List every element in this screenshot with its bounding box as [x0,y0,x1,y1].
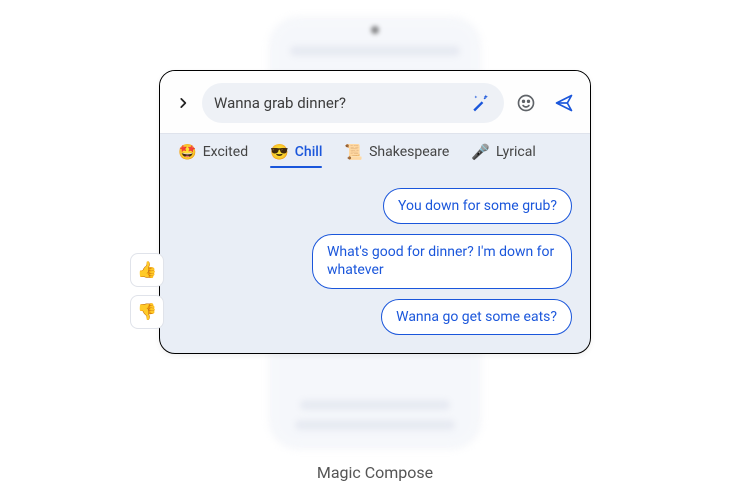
emoji-icon[interactable] [514,91,538,115]
style-tab-label: Chill [295,144,323,160]
feedback-rail: 👍 👎 [130,253,164,329]
style-tab-label: Shakespeare [369,144,449,160]
thumbs-down-icon: 👎 [137,302,157,321]
magic-wand-icon[interactable] [468,91,492,115]
style-tab-label: Excited [203,144,248,160]
lyrical-emoji-icon: 🎤 [471,145,490,160]
style-tab-shakespeare[interactable]: 📜 Shakespeare [344,144,449,166]
suggestion-bubble[interactable]: What's good for dinner? I'm down for wha… [312,234,572,288]
message-input-pill[interactable]: Wanna grab dinner? [202,83,504,123]
chill-emoji-icon: 😎 [270,145,289,160]
suggestion-bubble[interactable]: You down for some grub? [383,188,572,224]
style-tab-label: Lyrical [496,144,536,160]
style-tab-lyrical[interactable]: 🎤 Lyrical [471,144,535,166]
style-tabs: 🤩 Excited 😎 Chill 📜 Shakespeare 🎤 Lyrica… [160,133,590,172]
style-tab-excited[interactable]: 🤩 Excited [178,144,248,166]
send-icon[interactable] [552,91,576,115]
compose-bar: Wanna grab dinner? [160,71,590,133]
caption-text: Magic Compose [317,463,433,482]
suggestions-area: You down for some grub? What's good for … [160,172,590,339]
expand-chevron-icon[interactable] [174,94,192,112]
message-input-text: Wanna grab dinner? [214,94,460,112]
thumbs-up-button[interactable]: 👍 [130,253,164,287]
thumbs-up-icon: 👍 [137,260,157,279]
phone-blur-line [290,46,460,56]
magic-compose-panel: Wanna grab dinner? 🤩 Excited 😎 Chill 📜 S… [159,70,591,354]
phone-notch [371,26,379,34]
style-tab-chill[interactable]: 😎 Chill [270,144,322,166]
shakespeare-emoji-icon: 📜 [344,145,363,160]
suggestion-bubble[interactable]: Wanna go get some eats? [381,299,572,335]
thumbs-down-button[interactable]: 👎 [130,295,164,329]
phone-blur-line [300,400,450,410]
phone-blur-line [295,420,455,430]
excited-emoji-icon: 🤩 [178,145,197,160]
